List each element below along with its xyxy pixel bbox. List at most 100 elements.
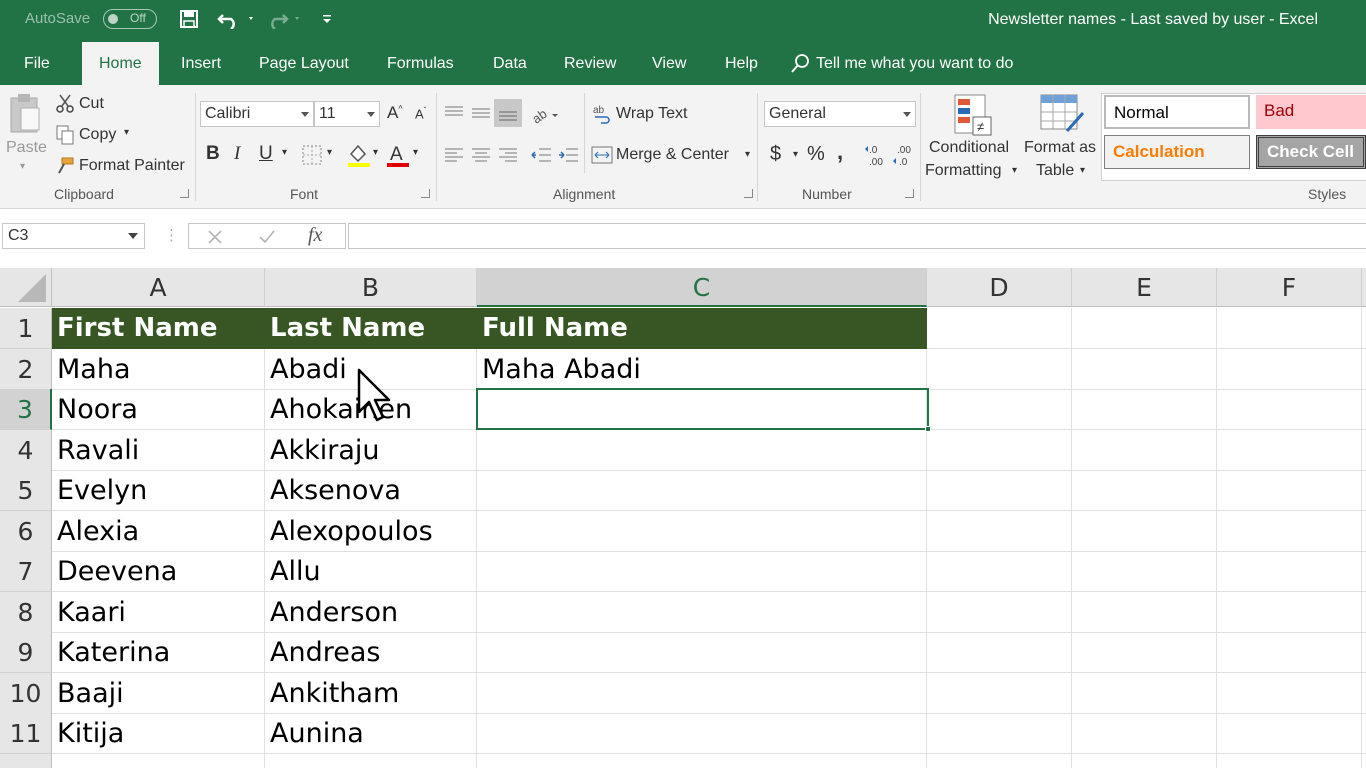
cell-partial-row[interactable] [927, 753, 1072, 768]
cell-a1[interactable]: First Name [52, 308, 265, 349]
cell-d1[interactable] [927, 308, 1072, 349]
cell-g1[interactable] [1362, 308, 1366, 349]
fill-color-icon[interactable] [345, 141, 373, 169]
cell-d5[interactable] [927, 470, 1072, 511]
format-as-table-arrow[interactable]: ▾ [1080, 165, 1085, 176]
cell-g5[interactable] [1362, 470, 1366, 511]
increase-decimal-icon[interactable]: .0.00 [864, 143, 890, 169]
format-painter-button[interactable]: Format Painter [79, 157, 185, 175]
cell-c2[interactable]: Maha Abadi [477, 348, 927, 390]
cell-f6[interactable] [1217, 510, 1362, 552]
cell-partial-row[interactable] [52, 753, 265, 768]
cell-e6[interactable] [1072, 510, 1217, 552]
cell-g10[interactable] [1362, 673, 1366, 714]
cell-f8[interactable] [1217, 591, 1362, 633]
row-header[interactable]: 1 [0, 308, 52, 349]
decrease-font-size-icon[interactable]: Aˇ [415, 106, 426, 121]
cell-partial-row[interactable] [265, 753, 477, 768]
row-header-partial[interactable] [0, 753, 52, 768]
customize-toolbar-icon[interactable] [318, 6, 336, 32]
cell-a3[interactable]: Noora [52, 389, 265, 430]
row-header[interactable]: 6 [0, 510, 52, 552]
row-header[interactable]: 5 [0, 470, 52, 511]
cell-f11[interactable] [1217, 713, 1362, 754]
format-as-table-label-2[interactable]: Table [1036, 162, 1074, 180]
copy-dropdown-arrow[interactable]: ▾ [124, 127, 129, 138]
cell-b1[interactable]: Last Name [265, 308, 477, 349]
cell-e4[interactable] [1072, 429, 1217, 471]
cell-f3[interactable] [1217, 389, 1362, 430]
cell-d2[interactable] [927, 348, 1072, 390]
orientation-icon[interactable]: ab [530, 101, 560, 125]
cell-a7[interactable]: Deevena [52, 551, 265, 592]
style-calculation[interactable]: Calculation [1104, 135, 1250, 169]
cell-a11[interactable]: Kitija [52, 713, 265, 754]
cell-e11[interactable] [1072, 713, 1217, 754]
cell-f7[interactable] [1217, 551, 1362, 592]
cell-d8[interactable] [927, 591, 1072, 633]
cell-b7[interactable]: Allu [265, 551, 477, 592]
cell-c6[interactable] [477, 510, 927, 552]
enter-check-icon[interactable] [256, 226, 278, 248]
formula-input[interactable] [348, 223, 1366, 249]
tell-me-box[interactable]: Tell me what you want to do [790, 42, 1013, 85]
row-header[interactable]: 7 [0, 551, 52, 592]
cell-g4[interactable] [1362, 430, 1366, 471]
clipboard-launcher-icon[interactable] [180, 189, 189, 198]
cell-e7[interactable] [1072, 551, 1217, 592]
italic-button[interactable]: I [234, 143, 240, 165]
column-header-b[interactable]: B [265, 268, 477, 307]
decrease-indent-icon[interactable] [530, 145, 552, 165]
cell-e8[interactable] [1072, 591, 1217, 633]
middle-align-icon[interactable] [471, 103, 491, 123]
number-launcher-icon[interactable] [905, 189, 914, 198]
row-header[interactable]: 9 [0, 632, 52, 673]
cell-e1[interactable] [1072, 308, 1217, 349]
bold-button[interactable]: B [206, 143, 220, 165]
cell-f1[interactable] [1217, 308, 1362, 349]
cell-partial-row[interactable] [477, 753, 927, 768]
cell-c3[interactable] [477, 389, 927, 430]
align-left-icon[interactable] [444, 145, 464, 165]
cell-a5[interactable]: Evelyn [52, 470, 265, 511]
style-check-cell[interactable]: Check Cell [1256, 135, 1366, 169]
cell-d9[interactable] [927, 632, 1072, 673]
cell-c9[interactable] [477, 632, 927, 673]
cell-d4[interactable] [927, 429, 1072, 471]
tab-data[interactable]: Data [476, 42, 544, 85]
cell-e9[interactable] [1072, 632, 1217, 673]
style-bad[interactable]: Bad [1256, 95, 1366, 129]
cell-b10[interactable]: Ankitham [265, 672, 477, 714]
cell-b6[interactable]: Alexopoulos [265, 510, 477, 552]
tab-formulas[interactable]: Formulas [370, 42, 471, 85]
cell-e5[interactable] [1072, 470, 1217, 511]
cell-f9[interactable] [1217, 632, 1362, 673]
percent-button[interactable]: % [807, 143, 825, 166]
column-header-g[interactable] [1362, 268, 1366, 307]
paste-button[interactable]: Paste [6, 139, 47, 157]
underline-button[interactable]: U [259, 143, 273, 165]
tab-file[interactable]: File [7, 42, 67, 85]
conditional-formatting-arrow[interactable]: ▾ [1012, 165, 1017, 176]
cell-c5[interactable] [477, 470, 927, 511]
cell-e2[interactable] [1072, 348, 1217, 390]
cell-e3[interactable] [1072, 389, 1217, 430]
column-header-e[interactable]: E [1072, 268, 1217, 307]
increase-font-size-icon[interactable]: A^ [387, 103, 403, 123]
font-size-combo[interactable]: 11 [314, 101, 380, 127]
format-as-table-label[interactable]: Format as [1024, 139, 1096, 157]
more-options-icon[interactable]: ⋮ [164, 226, 179, 244]
column-header-d[interactable]: D [927, 268, 1072, 307]
undo-icon[interactable] [216, 6, 258, 32]
cell-f5[interactable] [1217, 470, 1362, 511]
cell-f4[interactable] [1217, 429, 1362, 471]
row-header[interactable]: 8 [0, 591, 52, 633]
number-format-combo[interactable]: General [764, 101, 916, 127]
tab-help[interactable]: Help [708, 42, 775, 85]
cell-g9[interactable] [1362, 632, 1366, 673]
cell-f10[interactable] [1217, 672, 1362, 714]
align-center-icon[interactable] [471, 145, 491, 165]
paste-icon[interactable] [5, 91, 45, 137]
cell-c11[interactable] [477, 713, 927, 754]
cell-a10[interactable]: Baaji [52, 672, 265, 714]
